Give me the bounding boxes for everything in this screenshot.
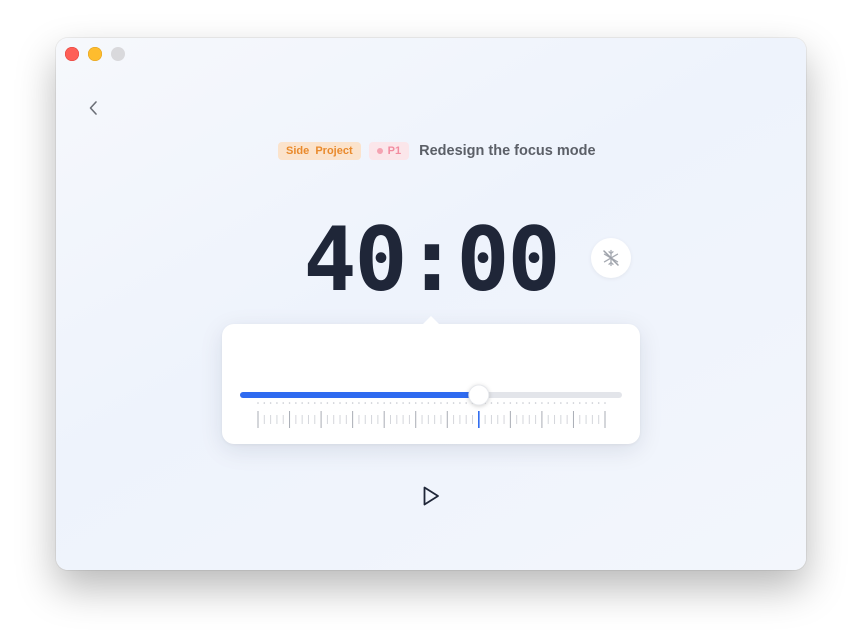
priority-label: P1 <box>387 145 402 157</box>
minute-dot <box>269 402 272 404</box>
minute-dot <box>326 402 329 404</box>
minute-dot <box>339 402 341 404</box>
minute-dot <box>402 402 404 404</box>
minute-dot <box>490 402 493 404</box>
minute-dot <box>364 402 367 404</box>
minute-dot <box>585 402 587 404</box>
minute-dot <box>534 402 537 404</box>
minute-dot <box>396 402 398 404</box>
minute-dot <box>509 402 512 404</box>
minute-dot <box>351 402 354 404</box>
minute-dot <box>547 402 550 404</box>
tick-label: 5 <box>255 442 262 444</box>
snowflake-off-icon <box>603 249 619 267</box>
freeze-button[interactable] <box>591 238 631 278</box>
minute-dot <box>358 402 360 404</box>
project-tag[interactable]: Side Project <box>278 142 361 160</box>
tick-label: 45 <box>504 442 518 444</box>
minute-dot <box>320 402 322 404</box>
minute-dot <box>496 402 499 404</box>
minute-dot <box>257 402 259 404</box>
task-header: Side Project P1 Redesign the focus mode <box>278 141 596 161</box>
minute-dot <box>433 402 436 404</box>
minute-dot <box>377 402 379 404</box>
minute-dot <box>263 402 266 404</box>
play-button[interactable] <box>416 481 446 511</box>
minute-dot <box>370 402 373 404</box>
minute-dot <box>465 402 467 404</box>
minute-dot <box>421 402 423 404</box>
focus-window: Side Project P1 Redesign the focus mode … <box>56 38 806 570</box>
minute-dot <box>307 402 310 404</box>
minute-dot <box>560 402 562 404</box>
minute-dot <box>446 402 449 404</box>
task-title: Redesign the focus mode <box>419 143 596 159</box>
priority-tag[interactable]: P1 <box>368 142 410 160</box>
minute-dot <box>528 402 531 404</box>
tick-label: 30 <box>409 442 423 444</box>
minute-dot <box>282 402 285 404</box>
tick-label: 55 <box>567 442 581 444</box>
back-button[interactable] <box>80 94 108 122</box>
duration-popover: 5 10 15 20 25 30 35 40 45 50 55 60 <box>222 316 640 444</box>
chevron-left-icon <box>89 101 97 115</box>
minute-dot <box>578 402 581 404</box>
tick-label: 20 <box>346 442 360 444</box>
minute-dot <box>566 402 568 404</box>
minute-dot <box>345 402 348 404</box>
minute-dot <box>452 402 455 404</box>
tick-label: 60 <box>598 442 612 444</box>
minute-dot <box>553 402 556 404</box>
tick-label: 25 <box>378 442 392 444</box>
play-icon <box>423 486 439 506</box>
minute-dot <box>427 402 430 404</box>
minute-dot <box>295 402 297 404</box>
tick-label: 35 <box>441 442 455 444</box>
window-close-button[interactable] <box>65 47 79 61</box>
minute-dot <box>572 402 575 404</box>
minute-dot <box>440 402 442 404</box>
tick-label: 50 <box>535 442 549 444</box>
window-minimize-button[interactable] <box>88 47 102 61</box>
minute-dot <box>459 402 461 404</box>
priority-dot-icon <box>376 148 383 154</box>
minute-dot <box>288 402 291 404</box>
timer-display[interactable]: 40:00 <box>286 210 576 310</box>
minute-dot <box>389 402 392 404</box>
tick-label: 10 <box>283 442 297 444</box>
tick-label: 40 <box>472 442 486 444</box>
minute-dot <box>301 402 303 404</box>
window-zoom-button[interactable] <box>111 47 125 61</box>
minute-dot <box>522 402 524 404</box>
minute-dot <box>604 402 606 404</box>
minute-dot <box>332 402 335 404</box>
minute-dot <box>276 402 278 404</box>
minute-dot <box>313 402 316 404</box>
duration-slider[interactable]: 5 10 15 20 25 30 35 40 45 50 55 60 <box>222 324 640 444</box>
minute-dot <box>515 402 518 404</box>
tick-label: 15 <box>314 442 328 444</box>
minute-dot <box>383 402 385 404</box>
minute-dot <box>408 402 411 404</box>
slider-thumb[interactable] <box>468 384 490 406</box>
minute-dot <box>541 402 543 404</box>
minute-dot <box>503 402 505 404</box>
minute-dot <box>414 402 417 404</box>
minute-dot <box>597 402 600 404</box>
minute-dot <box>591 402 594 404</box>
